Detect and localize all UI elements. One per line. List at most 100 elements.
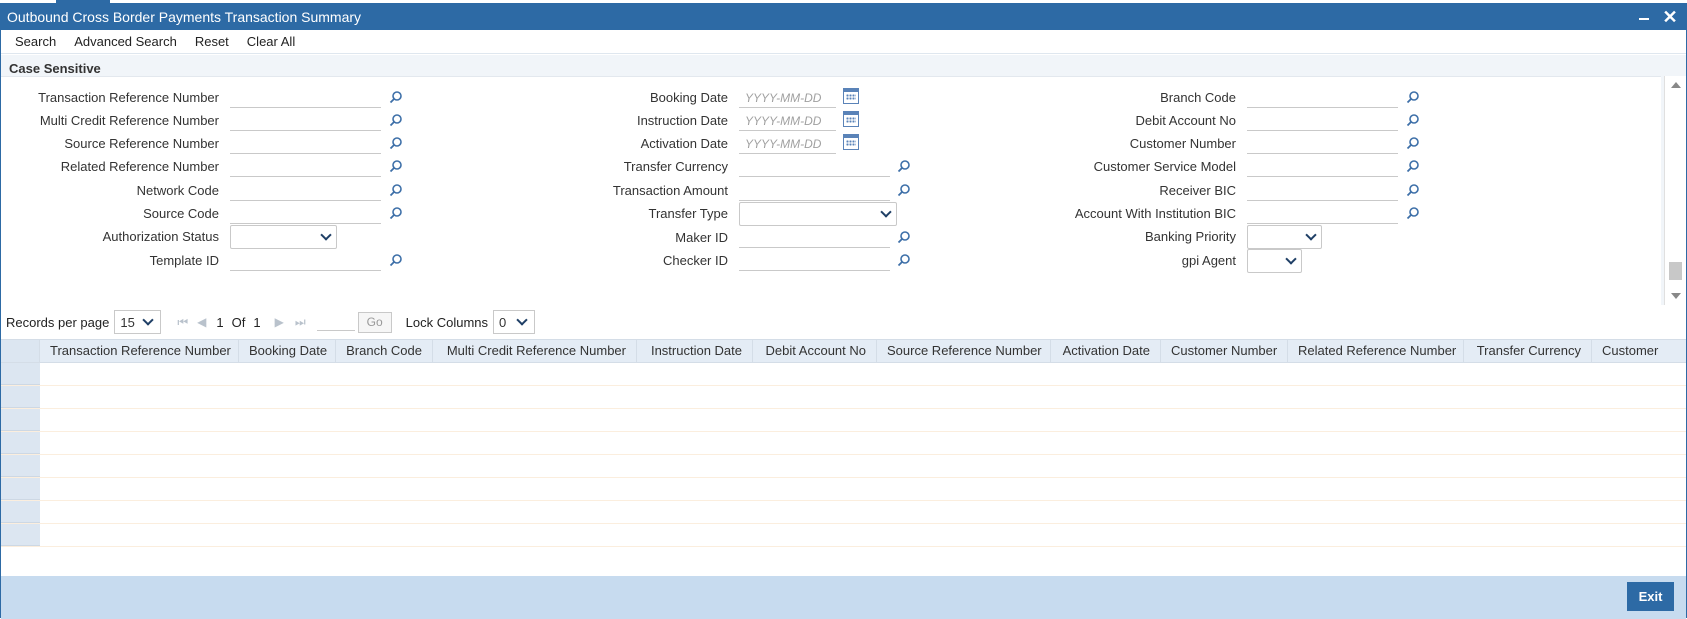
gpi-agent-select[interactable] (1247, 249, 1302, 273)
account-with-institution-bic-lookup-icon[interactable] (1406, 206, 1420, 220)
column-header[interactable]: Booking Date (239, 340, 336, 362)
network-code-input[interactable] (230, 181, 381, 201)
lock-columns-select[interactable]: 0 (493, 310, 536, 334)
scroll-thumb[interactable] (1669, 262, 1682, 280)
source-ref-input[interactable] (230, 134, 381, 154)
row-selector[interactable] (1, 363, 40, 385)
customer-service-model-input[interactable] (1247, 157, 1398, 177)
account-with-institution-bic-label: Account With Institution BIC (1074, 206, 1236, 221)
transaction-amount-lookup-icon[interactable] (897, 183, 911, 197)
template-id-label: Template ID (149, 253, 219, 268)
debit-account-input[interactable] (1247, 111, 1398, 131)
exit-button[interactable]: Exit (1627, 582, 1674, 611)
column-header[interactable]: Branch Code (336, 340, 433, 362)
source-code-label: Source Code (143, 206, 219, 221)
column-header[interactable]: Customer Number (1161, 340, 1288, 362)
receiver-bic-label: Receiver BIC (1159, 183, 1236, 198)
booking-date-calendar-icon[interactable] (843, 88, 859, 104)
reset-button[interactable]: Reset (195, 34, 229, 49)
column-header[interactable]: Activation Date (1051, 340, 1161, 362)
chevron-down-icon (880, 206, 892, 218)
row-selector[interactable] (1, 524, 40, 546)
banking-priority-select[interactable] (1247, 225, 1322, 249)
toolbar: Search Advanced Search Reset Clear All (1, 30, 1686, 54)
records-per-page-select[interactable]: 15 (114, 310, 162, 334)
branch-code-input[interactable] (1247, 88, 1398, 108)
template-id-lookup-icon[interactable] (389, 253, 403, 267)
close-button[interactable]: ✕ (1660, 7, 1680, 27)
table-row[interactable] (1, 386, 1686, 409)
scroll-up-icon[interactable] (1671, 82, 1681, 88)
receiver-bic-input[interactable] (1247, 181, 1398, 201)
row-selector[interactable] (1, 501, 40, 523)
search-button[interactable]: Search (15, 34, 56, 49)
txn-ref-lookup-icon[interactable] (389, 90, 403, 104)
go-button[interactable]: Go (357, 311, 392, 333)
branch-code-lookup-icon[interactable] (1406, 90, 1420, 104)
customer-number-lookup-icon[interactable] (1406, 136, 1420, 150)
scroll-down-icon[interactable] (1671, 293, 1681, 299)
account-with-institution-bic-input[interactable] (1247, 204, 1398, 224)
booking-date-input[interactable] (739, 88, 836, 108)
network-code-lookup-icon[interactable] (389, 183, 403, 197)
row-selector[interactable] (1, 478, 40, 500)
transfer-currency-lookup-icon[interactable] (897, 159, 911, 173)
table-row[interactable] (1, 432, 1686, 455)
receiver-bic-lookup-icon[interactable] (1406, 183, 1420, 197)
activation-date-calendar-icon[interactable] (843, 134, 859, 150)
checker-id-input[interactable] (739, 251, 890, 271)
column-header[interactable]: Customer (1592, 340, 1684, 362)
source-code-lookup-icon[interactable] (389, 206, 403, 220)
source-code-input[interactable] (230, 204, 381, 224)
clear-all-button[interactable]: Clear All (247, 34, 295, 49)
multi-credit-ref-lookup-icon[interactable] (389, 113, 403, 127)
customer-number-input[interactable] (1247, 134, 1398, 154)
advanced-search-button[interactable]: Advanced Search (74, 34, 177, 49)
customer-service-model-lookup-icon[interactable] (1406, 159, 1420, 173)
records-per-page-label: Records per page (6, 314, 110, 330)
next-page-icon[interactable]: ▶ (275, 315, 284, 329)
instruction-date-calendar-icon[interactable] (843, 111, 859, 127)
activation-date-input[interactable] (739, 134, 836, 154)
previous-page-icon[interactable]: ◀ (197, 315, 206, 329)
table-row[interactable] (1, 409, 1686, 432)
auth-status-select[interactable] (230, 225, 337, 249)
multi-credit-ref-input[interactable] (230, 111, 381, 131)
column-header[interactable]: Related Reference Number (1288, 340, 1464, 362)
minimize-button[interactable] (1634, 7, 1654, 27)
source-ref-lookup-icon[interactable] (389, 136, 403, 150)
table-row[interactable] (1, 524, 1686, 547)
table-row[interactable] (1, 363, 1686, 386)
table-row[interactable] (1, 501, 1686, 524)
chevron-down-icon (1305, 229, 1317, 241)
last-page-icon[interactable]: ⏭ (295, 315, 306, 330)
column-header[interactable]: Source Reference Number (877, 340, 1051, 362)
txn-ref-input[interactable] (230, 88, 381, 108)
instruction-date-input[interactable] (739, 111, 836, 131)
debit-account-lookup-icon[interactable] (1406, 113, 1420, 127)
template-id-input[interactable] (230, 251, 381, 271)
column-header[interactable]: Multi Credit Reference Number (433, 340, 637, 362)
criteria-scrollbar[interactable] (1664, 76, 1686, 305)
column-header[interactable]: Instruction Date (637, 340, 753, 362)
row-selector[interactable] (1, 432, 40, 454)
related-ref-lookup-icon[interactable] (389, 159, 403, 173)
maker-id-input[interactable] (739, 228, 890, 248)
maker-id-lookup-icon[interactable] (897, 230, 911, 244)
transfer-type-select[interactable] (739, 202, 897, 226)
column-header[interactable]: Transaction Reference Number (40, 340, 239, 362)
first-page-icon[interactable]: ⏮ (177, 315, 188, 330)
row-selector[interactable] (1, 386, 40, 408)
related-ref-input[interactable] (230, 157, 381, 177)
column-header[interactable]: Debit Account No (753, 340, 877, 362)
select-all-header[interactable] (1, 340, 40, 362)
column-header[interactable]: Transfer Currency (1464, 340, 1592, 362)
row-selector[interactable] (1, 455, 40, 477)
table-row[interactable] (1, 455, 1686, 478)
table-row[interactable] (1, 478, 1686, 501)
row-selector[interactable] (1, 409, 40, 431)
transfer-currency-input[interactable] (739, 157, 890, 177)
page-number-input[interactable] (316, 313, 355, 331)
checker-id-lookup-icon[interactable] (897, 253, 911, 267)
transaction-amount-input[interactable] (739, 181, 890, 201)
